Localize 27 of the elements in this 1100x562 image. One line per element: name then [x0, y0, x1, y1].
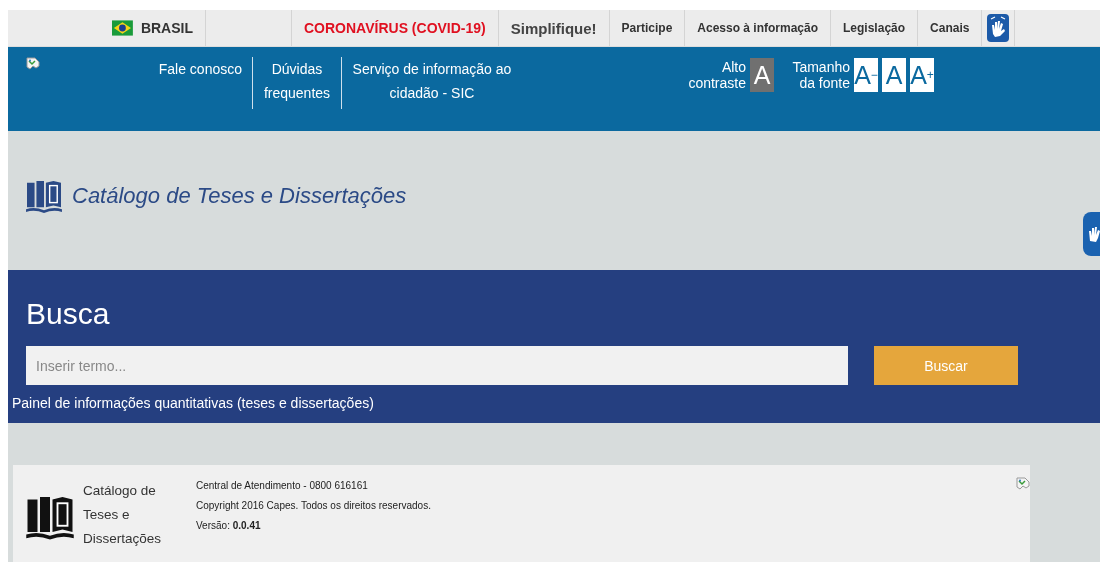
dashboard-link[interactable]: Painel de informações quantitativas (teses e dissertações)	[12, 395, 374, 411]
font-size-button[interactable]: A$^{−}$	[854, 58, 878, 92]
footer-brand: Catálogo de Teses e Dissertações	[83, 482, 163, 548]
header-link[interactable]: Fale conosco	[146, 57, 252, 109]
page-title: Catálogo de Teses e Dissertações	[72, 182, 407, 209]
search-heading: Busca	[26, 296, 111, 332]
country-label[interactable]: BRASIL	[140, 20, 193, 36]
flag-icon	[112, 20, 133, 36]
contrast-button[interactable]: A	[750, 58, 774, 92]
gov-bar-link[interactable]: Canais	[918, 10, 983, 46]
font-size-label: Tamanho da fonte	[791, 59, 850, 91]
header-link[interactable]: Serviço de informação ao cidadão - SIC	[341, 57, 522, 109]
gov-bar-link[interactable]: Simplifique!	[498, 10, 610, 46]
search-field[interactable]: Inserir termo...	[26, 346, 848, 385]
sign-language-icon[interactable]	[987, 14, 1010, 42]
gov-bar-link[interactable]: Participe	[609, 10, 686, 46]
footer-text: Central de Atendimento - 0800 616161	[196, 480, 369, 491]
header-link[interactable]: Dúvidas frequentes	[252, 57, 341, 109]
gov-bar-link[interactable]: Legislação	[831, 10, 919, 46]
footer-text: Copyright 2016 Capes. Todos os direitos reservados.	[196, 500, 431, 511]
contrast-label: Alto contraste	[687, 59, 746, 91]
font-size-button[interactable]: A$^{+}$	[910, 58, 934, 92]
gov-bar-link[interactable]: Acesso à informação	[685, 10, 832, 46]
footer-text: Versão: 0.0.41	[196, 520, 262, 531]
gov-bar-link[interactable]: CORONAVÍRUS (COVID-19)	[292, 10, 499, 46]
font-size-button[interactable]: A	[882, 58, 906, 92]
book-icon	[24, 178, 64, 213]
